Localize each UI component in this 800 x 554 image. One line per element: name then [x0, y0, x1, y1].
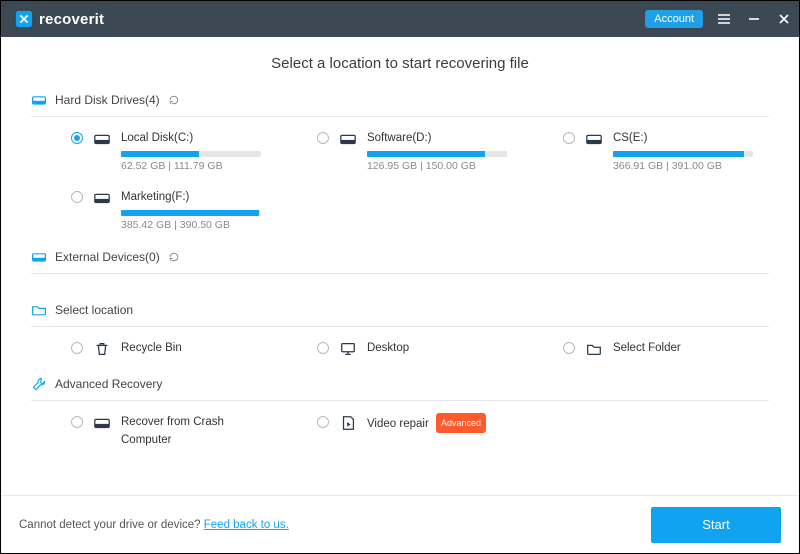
minimize-icon[interactable]	[747, 12, 761, 26]
folder-section-icon	[31, 302, 47, 318]
cell-label: Desktop	[367, 339, 513, 357]
main-content: Select a location to start recovering fi…	[1, 37, 799, 459]
video-repair-text: Video repair	[367, 418, 429, 430]
drive-item[interactable]: Marketing(F:) 385.42 GB | 390.50 GB	[31, 182, 277, 241]
drive-item[interactable]: CS(E:) 366.91 GB | 391.00 GB	[523, 123, 769, 182]
drive-label: Software(D:)	[367, 129, 513, 147]
hard-drive-icon	[31, 249, 47, 265]
radio-icon[interactable]	[563, 342, 575, 354]
radio-icon[interactable]	[71, 416, 83, 428]
hard-drive-icon	[93, 414, 111, 432]
usage-bar	[613, 151, 753, 157]
refresh-icon[interactable]	[168, 94, 180, 106]
section-advanced-header: Advanced Recovery	[31, 372, 769, 396]
drive-label: Marketing(F:)	[121, 188, 267, 206]
radio-icon[interactable]	[563, 132, 575, 144]
advanced-crash-recovery[interactable]: Recover from Crash Computer	[31, 407, 277, 459]
section-hdd-label: Hard Disk Drives(4)	[55, 93, 160, 107]
brand: recoverit	[15, 10, 645, 28]
brand-logo-icon	[15, 10, 33, 28]
cell-label: Recycle Bin	[121, 339, 267, 357]
radio-icon[interactable]	[317, 342, 329, 354]
footer-hint: Cannot detect your drive or device?	[19, 519, 204, 531]
usage-bar	[121, 210, 261, 216]
section-advanced-label: Advanced Recovery	[55, 377, 162, 391]
close-icon[interactable]	[777, 12, 791, 26]
advanced-video-repair[interactable]: Video repair Advanced	[277, 407, 523, 459]
hard-drive-icon	[585, 130, 603, 148]
titlebar: recoverit Account	[1, 1, 799, 37]
drive-item[interactable]: Software(D:) 126.95 GB | 150.00 GB	[277, 123, 523, 182]
start-button[interactable]: Start	[651, 507, 781, 543]
trash-icon	[93, 340, 111, 358]
location-desktop[interactable]: Desktop	[277, 333, 523, 368]
radio-icon[interactable]	[71, 342, 83, 354]
section-hdd-header: Hard Disk Drives(4)	[31, 88, 769, 112]
hard-drive-icon	[31, 92, 47, 108]
hard-drive-icon	[93, 189, 111, 207]
drive-label: CS(E:)	[613, 129, 759, 147]
section-location-label: Select location	[55, 303, 133, 317]
footer: Cannot detect your drive or device? Feed…	[1, 495, 799, 553]
usage-bar	[121, 151, 261, 157]
drive-capacity: 126.95 GB | 150.00 GB	[367, 160, 513, 172]
page-title: Select a location to start recovering fi…	[31, 55, 769, 72]
drive-item[interactable]: Local Disk(C:) 62.52 GB | 111.79 GB	[31, 123, 277, 182]
radio-icon[interactable]	[71, 132, 83, 144]
footer-text: Cannot detect your drive or device? Feed…	[19, 519, 289, 531]
feedback-link[interactable]: Feed back to us.	[204, 519, 289, 531]
titlebar-icons	[717, 12, 791, 26]
location-recycle-bin[interactable]: Recycle Bin	[31, 333, 277, 368]
hard-drive-icon	[339, 130, 357, 148]
drive-capacity: 366.91 GB | 391.00 GB	[613, 160, 759, 172]
advanced-badge: Advanced	[436, 413, 486, 433]
desktop-icon	[339, 340, 357, 358]
hard-drive-icon	[93, 130, 111, 148]
section-external-header: External Devices(0)	[31, 245, 769, 269]
section-external-label: External Devices(0)	[55, 250, 160, 264]
divider	[31, 116, 769, 117]
video-file-icon	[339, 414, 357, 432]
brand-text: recoverit	[39, 11, 104, 28]
wrench-icon	[31, 376, 47, 392]
divider	[31, 400, 769, 401]
divider	[31, 273, 769, 274]
radio-icon[interactable]	[317, 132, 329, 144]
usage-bar	[367, 151, 507, 157]
cell-label: Video repair Advanced	[367, 413, 513, 433]
location-select-folder[interactable]: Select Folder	[523, 333, 769, 368]
account-button[interactable]: Account	[645, 10, 703, 28]
refresh-icon[interactable]	[168, 251, 180, 263]
section-location-header: Select location	[31, 298, 769, 322]
cell-label: Recover from Crash Computer	[121, 413, 267, 449]
folder-icon	[585, 340, 603, 358]
drive-capacity: 62.52 GB | 111.79 GB	[121, 160, 267, 172]
drive-capacity: 385.42 GB | 390.50 GB	[121, 219, 267, 231]
radio-icon[interactable]	[71, 191, 83, 203]
locations-grid: Recycle Bin Desktop Select Folder	[31, 333, 769, 368]
radio-icon[interactable]	[317, 416, 329, 428]
menu-icon[interactable]	[717, 12, 731, 26]
divider	[31, 326, 769, 327]
advanced-grid: Recover from Crash Computer Video repair…	[31, 407, 769, 459]
drives-grid: Local Disk(C:) 62.52 GB | 111.79 GB Softwa…	[31, 123, 769, 241]
cell-label: Select Folder	[613, 339, 759, 357]
drive-label: Local Disk(C:)	[121, 129, 267, 147]
